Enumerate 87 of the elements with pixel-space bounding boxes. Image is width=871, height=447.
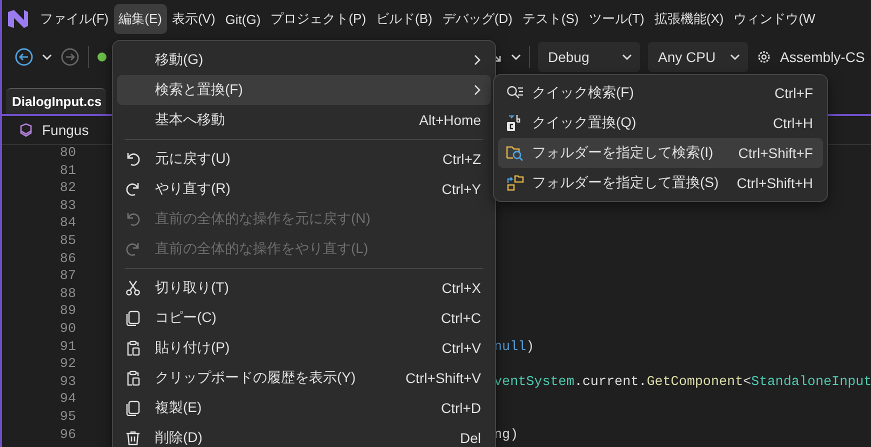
shortcut-label: Ctrl+H xyxy=(772,115,813,131)
line-number: 93 xyxy=(58,374,76,392)
startup-project-label[interactable]: Assembly-CS xyxy=(780,49,865,65)
menu-item[interactable]: クリップボードの履歴を表示(Y) Ctrl+Shift+V xyxy=(117,363,491,393)
menu-item[interactable]: 貼り付け(P) Ctrl+V xyxy=(117,333,491,363)
menu-item[interactable]: 検索と置換(F) xyxy=(117,75,491,105)
menu-item[interactable]: コピー(C) Ctrl+C xyxy=(117,303,491,333)
app-logo-icon xyxy=(6,7,30,31)
shortcut-label: Ctrl+Shift+F xyxy=(738,145,813,161)
menu-bar-item[interactable]: 拡張機能(X) xyxy=(649,4,729,34)
folder-replace-icon xyxy=(506,175,524,191)
search-icon xyxy=(506,85,524,101)
menu-item[interactable]: 削除(D) Del xyxy=(117,423,491,447)
caret-icon xyxy=(622,52,632,62)
line-number: 96 xyxy=(58,426,76,444)
menu-bar-item[interactable]: 表示(V) xyxy=(166,4,220,34)
cube-icon xyxy=(18,122,34,138)
shortcut-label: Ctrl+F xyxy=(774,85,813,101)
shortcut-label: Ctrl+C xyxy=(440,310,481,326)
redo-icon xyxy=(125,241,141,257)
line-number: 85 xyxy=(58,232,76,251)
menu-bar-item[interactable]: デバッグ(D) xyxy=(437,4,518,34)
menu-bar-item[interactable]: ファイル(F) xyxy=(35,4,114,34)
chevron-right-icon xyxy=(473,84,481,96)
line-number: 92 xyxy=(58,356,76,374)
gear-icon[interactable] xyxy=(756,49,772,65)
menu-bar-item[interactable]: 編集(E) xyxy=(114,4,167,34)
shortcut-label: Ctrl+D xyxy=(440,400,481,416)
line-number: 83 xyxy=(58,198,76,216)
menu-item[interactable]: フォルダーを指定して置換(S) Ctrl+Shift+H xyxy=(498,168,823,198)
caret-icon xyxy=(730,52,740,62)
line-number: 82 xyxy=(58,180,76,198)
menu-item[interactable]: 切り取り(T) Ctrl+X xyxy=(117,273,491,303)
menu-item[interactable]: 基本へ移動 Alt+Home xyxy=(117,105,491,135)
line-number: 84 xyxy=(58,215,76,233)
chevron-right-icon xyxy=(473,54,481,66)
line-number: 95 xyxy=(58,408,76,426)
line-number: 94 xyxy=(58,391,76,409)
menu-bar-item[interactable]: Git(G) xyxy=(220,6,266,32)
line-number: 80 xyxy=(58,145,76,163)
menu-bar-item[interactable]: ウィンドウ(W xyxy=(728,4,820,34)
menu-item[interactable]: 元に戻す(U) Ctrl+Z xyxy=(117,144,491,174)
shortcut-label: Del xyxy=(460,430,481,446)
undo-icon xyxy=(125,151,141,167)
shortcut-label: Ctrl+Shift+H xyxy=(736,175,813,191)
copy-icon xyxy=(125,400,141,416)
copy-icon xyxy=(125,310,141,326)
line-number: 87 xyxy=(58,268,76,286)
shortcut-label: Ctrl+V xyxy=(442,340,481,356)
trash-icon xyxy=(125,430,141,446)
line-number: 89 xyxy=(58,303,76,321)
menu-item[interactable]: 移動(G) xyxy=(117,45,491,75)
shortcut-label: Ctrl+Z xyxy=(442,151,481,167)
menu-item[interactable]: やり直す(R) Ctrl+Y xyxy=(117,174,491,204)
menu-item[interactable]: 複製(E) Ctrl+D xyxy=(117,393,491,423)
shortcut-label: Ctrl+X xyxy=(442,280,481,296)
line-number: 88 xyxy=(58,286,76,304)
line-number: 91 xyxy=(58,338,76,356)
breadcrumb-label[interactable]: Fungus xyxy=(42,122,89,138)
scissors-icon xyxy=(125,280,141,296)
configuration-dropdown[interactable]: Debug xyxy=(538,42,640,72)
menu-bar-item[interactable]: ツール(T) xyxy=(584,4,650,34)
shortcut-label: Ctrl+Y xyxy=(442,181,481,197)
forward-icon[interactable] xyxy=(60,47,80,67)
redo-icon xyxy=(125,181,141,197)
menu-bar-item[interactable]: テスト(S) xyxy=(517,4,584,34)
line-number: 90 xyxy=(58,320,76,339)
menu-bar-item[interactable]: プロジェクト(P) xyxy=(266,4,372,34)
line-number: 81 xyxy=(58,162,76,180)
replace-icon xyxy=(506,114,522,132)
platform-dropdown[interactable]: Any CPU xyxy=(648,42,748,72)
clipboard-icon xyxy=(125,370,141,386)
line-number: 86 xyxy=(58,250,76,268)
menu-item[interactable]: クイック検索(F) Ctrl+F xyxy=(498,78,823,108)
folder-search-icon xyxy=(506,145,524,161)
shortcut-label: Ctrl+Shift+V xyxy=(406,370,481,386)
paste-icon xyxy=(125,340,141,356)
code-line: ventSystem.current.GetComponent<StandaloneInput xyxy=(494,374,871,392)
caret-icon[interactable] xyxy=(511,52,521,62)
undo-icon xyxy=(125,211,141,227)
document-tab[interactable]: DialogInput.cs xyxy=(6,88,106,114)
menu-bar-item[interactable]: ビルド(B) xyxy=(371,4,438,34)
caret-icon[interactable] xyxy=(42,52,52,62)
menu-item[interactable]: クイック置換(Q) Ctrl+H xyxy=(498,108,823,138)
back-icon[interactable] xyxy=(14,47,34,67)
shortcut-label: Alt+Home xyxy=(419,112,481,128)
menu-item[interactable]: フォルダーを指定して検索(I) Ctrl+Shift+F xyxy=(498,138,823,168)
